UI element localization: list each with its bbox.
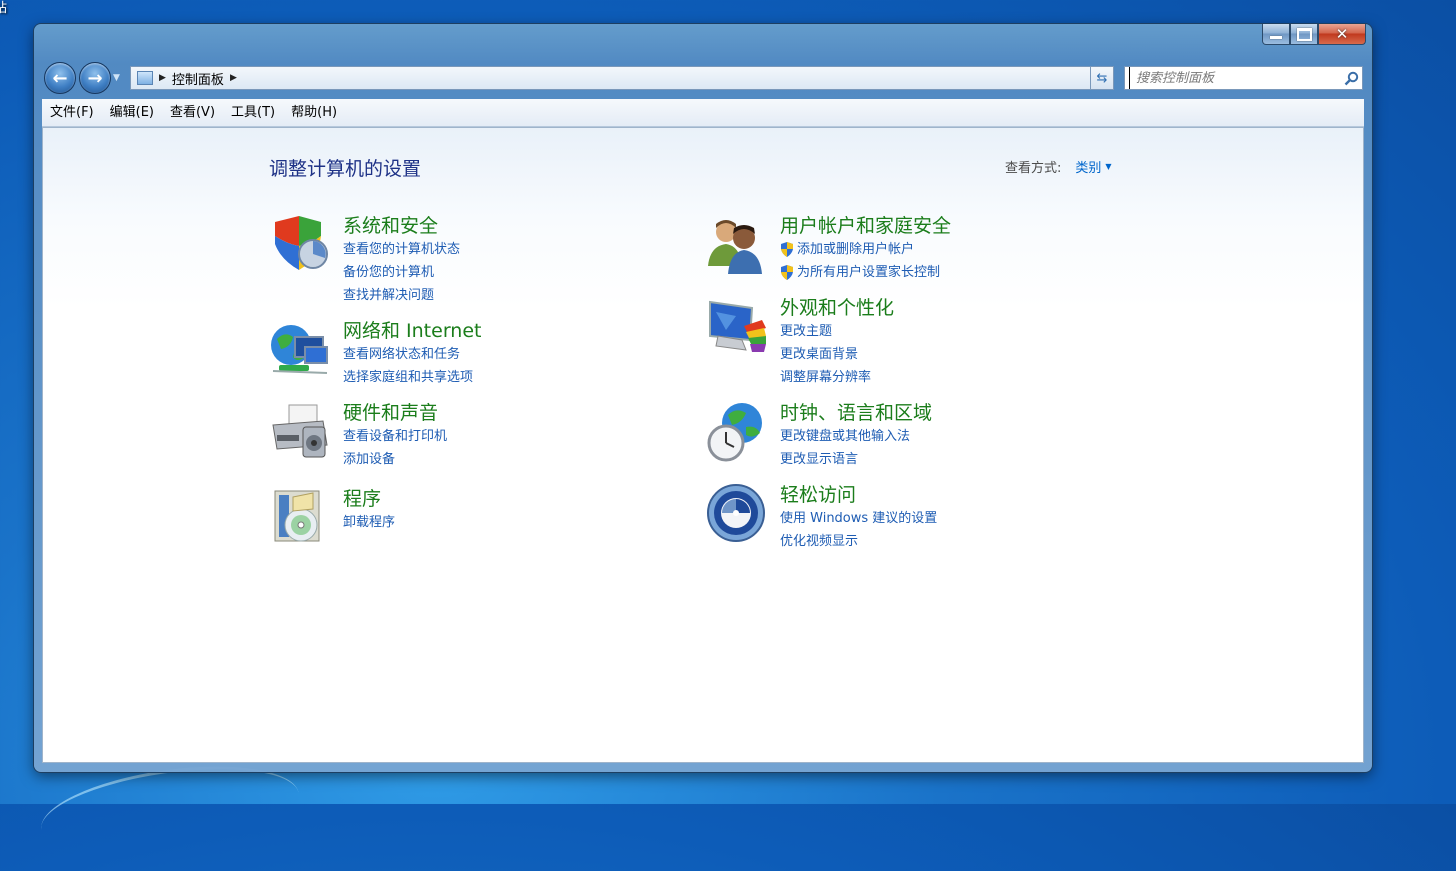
forward-arrow-icon: → xyxy=(87,67,103,89)
category-programs: 程序 卸载程序 xyxy=(269,487,395,549)
link-add-device[interactable]: 添加设备 xyxy=(343,448,447,471)
close-icon: ✕ xyxy=(1335,25,1349,43)
link-desktop-background[interactable]: 更改桌面背景 xyxy=(780,343,894,366)
category-ease-of-access: 轻松访问 使用 Windows 建议的设置 优化视频显示 xyxy=(706,483,937,553)
network-globe-icon[interactable] xyxy=(269,319,331,381)
monitor-palette-icon[interactable] xyxy=(706,296,768,358)
menu-edit[interactable]: 编辑(E) xyxy=(102,99,162,126)
link-change-theme[interactable]: 更改主题 xyxy=(780,320,894,343)
control-panel-window: ✕ ← → ▼ ▶ 控制面板 ▶ ▼ ⇆ 文件(F) 编辑(E) 查看(V) 工… xyxy=(34,24,1372,772)
minimize-icon xyxy=(1270,36,1282,39)
menu-tools[interactable]: 工具(T) xyxy=(223,99,283,126)
link-troubleshoot[interactable]: 查找并解决问题 xyxy=(343,284,460,307)
menu-help[interactable]: 帮助(H) xyxy=(283,99,345,126)
uac-shield-icon xyxy=(781,265,793,280)
printer-icon[interactable] xyxy=(269,401,331,463)
category-hardware-sound: 硬件和声音 查看设备和打印机 添加设备 xyxy=(269,401,447,471)
category-appearance: 外观和个性化 更改主题 更改桌面背景 调整屏幕分辨率 xyxy=(706,296,894,389)
search-icon[interactable] xyxy=(1340,71,1362,86)
category-text: 系统和安全 查看您的计算机状态 备份您的计算机 查找并解决问题 xyxy=(343,214,460,307)
address-bar[interactable]: ▶ 控制面板 ▶ ▼ xyxy=(130,66,1114,90)
category-title[interactable]: 程序 xyxy=(343,487,395,511)
forward-button[interactable]: → xyxy=(79,62,111,94)
back-arrow-icon: ← xyxy=(52,67,68,89)
link-windows-suggest-settings[interactable]: 使用 Windows 建议的设置 xyxy=(780,507,937,530)
maximize-icon xyxy=(1296,27,1312,41)
category-text: 网络和 Internet 查看网络状态和任务 选择家庭组和共享选项 xyxy=(343,319,481,389)
refresh-button[interactable]: ⇆ xyxy=(1090,66,1114,90)
category-user-accounts: 用户帐户和家庭安全 添加或删除用户帐户 为所有用户设置家长控制 xyxy=(706,214,951,284)
category-text: 用户帐户和家庭安全 添加或删除用户帐户 为所有用户设置家长控制 xyxy=(780,214,951,284)
view-by-label: 查看方式: xyxy=(1005,161,1062,176)
close-button[interactable]: ✕ xyxy=(1318,24,1366,45)
category-text: 外观和个性化 更改主题 更改桌面背景 调整屏幕分辨率 xyxy=(780,296,894,389)
users-icon[interactable] xyxy=(706,214,768,276)
category-title[interactable]: 系统和安全 xyxy=(343,214,460,238)
category-title[interactable]: 网络和 Internet xyxy=(343,319,481,343)
recent-pages-dropdown[interactable]: ▼ xyxy=(113,73,120,83)
link-devices-printers[interactable]: 查看设备和打印机 xyxy=(343,425,447,448)
link-backup-computer[interactable]: 备份您的计算机 xyxy=(343,261,460,284)
category-text: 程序 卸载程序 xyxy=(343,487,395,549)
maximize-button[interactable] xyxy=(1290,24,1318,45)
breadcrumb-chevron-icon[interactable]: ▶ xyxy=(230,73,237,83)
programs-disc-icon[interactable] xyxy=(269,487,331,549)
link-keyboard-input[interactable]: 更改键盘或其他输入法 xyxy=(780,425,932,448)
link-view-computer-status[interactable]: 查看您的计算机状态 xyxy=(343,238,460,261)
caption-buttons: ✕ xyxy=(1262,24,1366,45)
navigation-buttons: ← → ▼ xyxy=(44,62,120,94)
category-network-internet: 网络和 Internet 查看网络状态和任务 选择家庭组和共享选项 xyxy=(269,319,481,389)
minimize-button[interactable] xyxy=(1262,24,1290,45)
view-by: 查看方式: 类别 ▼ xyxy=(1005,157,1112,176)
category-title[interactable]: 用户帐户和家庭安全 xyxy=(780,214,951,238)
category-text: 硬件和声音 查看设备和打印机 添加设备 xyxy=(343,401,447,471)
link-display-language[interactable]: 更改显示语言 xyxy=(780,448,932,471)
category-title[interactable]: 时钟、语言和区域 xyxy=(780,401,932,425)
category-title[interactable]: 硬件和声音 xyxy=(343,401,447,425)
category-text: 轻松访问 使用 Windows 建议的设置 优化视频显示 xyxy=(780,483,937,553)
search-input[interactable] xyxy=(1129,67,1340,89)
link-optimize-video-display[interactable]: 优化视频显示 xyxy=(780,530,937,553)
breadcrumb-chevron-icon[interactable]: ▶ xyxy=(159,73,166,83)
link-network-status[interactable]: 查看网络状态和任务 xyxy=(343,343,481,366)
chevron-down-icon[interactable]: ▼ xyxy=(1105,162,1111,171)
refresh-icon: ⇆ xyxy=(1096,70,1108,86)
uac-shield-icon xyxy=(781,242,793,257)
link-screen-resolution[interactable]: 调整屏幕分辨率 xyxy=(780,366,894,389)
back-button[interactable]: ← xyxy=(44,62,76,94)
search-box xyxy=(1124,66,1363,90)
link-uninstall-program[interactable]: 卸载程序 xyxy=(343,511,395,534)
page-title: 调整计算机的设置 xyxy=(269,158,422,180)
category-text: 时钟、语言和区域 更改键盘或其他输入法 更改显示语言 xyxy=(780,401,932,471)
ease-of-access-icon[interactable] xyxy=(706,483,768,545)
category-clock-language-region: 时钟、语言和区域 更改键盘或其他输入法 更改显示语言 xyxy=(706,401,932,471)
category-system-security: 系统和安全 查看您的计算机状态 备份您的计算机 查找并解决问题 xyxy=(269,214,460,307)
link-homegroup-sharing[interactable]: 选择家庭组和共享选项 xyxy=(343,366,481,389)
link-add-remove-accounts[interactable]: 添加或删除用户帐户 xyxy=(780,238,951,261)
category-title[interactable]: 外观和个性化 xyxy=(780,296,894,320)
link-label: 为所有用户设置家长控制 xyxy=(797,265,941,280)
breadcrumb-control-panel[interactable]: 控制面板 xyxy=(172,69,224,88)
link-label: 添加或删除用户帐户 xyxy=(797,242,915,257)
menu-bar: 文件(F) 编辑(E) 查看(V) 工具(T) 帮助(H) xyxy=(42,99,1364,127)
link-parental-controls[interactable]: 为所有用户设置家长控制 xyxy=(780,261,951,284)
control-panel-icon xyxy=(137,71,153,85)
view-by-dropdown[interactable]: 类别 xyxy=(1075,157,1101,176)
content-pane: 调整计算机的设置 查看方式: 类别 ▼ 系统和安全 查看您的计算机状态 备份您的… xyxy=(42,127,1364,763)
desktop-icon-label[interactable]: 站 xyxy=(0,0,7,16)
clock-globe-icon[interactable] xyxy=(706,401,768,463)
security-shield-icon[interactable] xyxy=(269,214,331,276)
menu-file[interactable]: 文件(F) xyxy=(42,99,102,126)
category-title[interactable]: 轻松访问 xyxy=(780,483,937,507)
menu-view[interactable]: 查看(V) xyxy=(162,99,223,126)
